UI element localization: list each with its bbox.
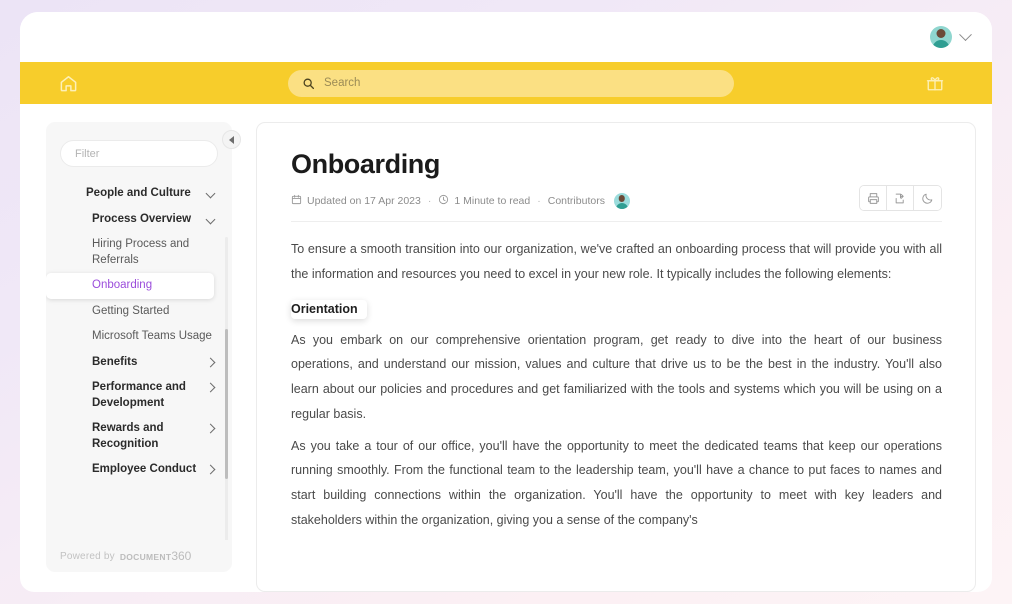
user-avatar[interactable]: [930, 26, 952, 48]
sidebar-item-hiring-process-and-referrals[interactable]: Hiring Process and Referrals: [46, 232, 222, 273]
article-action-group: [859, 185, 942, 211]
chevron-right-icon[interactable]: [205, 382, 216, 393]
sidebar-item-microsoft-teams-usage[interactable]: Microsoft Teams Usage: [46, 324, 222, 350]
print-icon[interactable]: [860, 186, 887, 210]
powered-by-label: Powered by: [60, 550, 115, 562]
article-panel: Onboarding Updated on 17 Apr 2023 · 1 Mi…: [256, 122, 976, 592]
search-input[interactable]: [324, 77, 720, 89]
updated-date: Updated on 17 Apr 2023: [307, 195, 421, 207]
page-content: People and Culture Process Overview Hiri…: [20, 104, 992, 592]
chevron-right-icon[interactable]: [205, 464, 216, 475]
sidebar-item-process-overview[interactable]: Process Overview: [46, 207, 222, 233]
app-window: People and Culture Process Overview Hiri…: [20, 12, 992, 592]
contributor-avatar[interactable]: [613, 193, 630, 209]
sidebar-item-getting-started[interactable]: Getting Started: [46, 299, 222, 325]
read-time: 1 Minute to read: [454, 195, 531, 207]
article-meta: Updated on 17 Apr 2023 · 1 Minute to rea…: [291, 185, 942, 222]
contributors-label: Contributors: [547, 195, 605, 207]
sidebar-footer: Powered by DOCUMENT360: [46, 540, 232, 572]
sidebar-item-people-and-culture[interactable]: People and Culture: [46, 181, 222, 207]
share-icon[interactable]: [887, 186, 914, 210]
filter-container: [46, 140, 232, 181]
sidebar: People and Culture Process Overview Hiri…: [46, 122, 241, 572]
sidebar-item-employee-conduct[interactable]: Employee Conduct: [46, 457, 222, 483]
sidebar-item-performance-and-development[interactable]: Performance and Development: [46, 375, 222, 416]
filter-input[interactable]: [60, 140, 218, 167]
paragraph-orientation-program: As you embark on our comprehensive orien…: [291, 332, 942, 421]
search-bar[interactable]: [288, 69, 734, 97]
chevron-right-icon[interactable]: [205, 357, 216, 368]
sidebar-scrollbar[interactable]: [225, 237, 228, 540]
gift-icon[interactable]: [926, 74, 944, 92]
meta-separator: ·: [427, 195, 432, 207]
sidebar-scrollbar-thumb[interactable]: [225, 329, 228, 479]
search-icon: [302, 77, 315, 90]
article-body: To ensure a smooth transition into our o…: [291, 222, 942, 533]
paragraph-office-tour: As you take a tour of our office, you'll…: [291, 438, 942, 527]
document360-logo: DOCUMENT360: [119, 549, 192, 563]
heading-orientation: Orientation: [291, 299, 367, 319]
chevron-down-icon[interactable]: [205, 188, 216, 199]
chevron-down-icon[interactable]: [959, 27, 972, 41]
clock-icon: [438, 194, 449, 208]
home-icon[interactable]: [59, 74, 78, 93]
paragraph-intro: To ensure a smooth transition into our o…: [291, 242, 942, 281]
account-menu[interactable]: [930, 26, 972, 48]
calendar-icon: [291, 194, 302, 208]
chevron-down-icon[interactable]: [205, 214, 216, 224]
sidebar-item-benefits[interactable]: Benefits: [46, 350, 222, 376]
meta-separator: ·: [537, 195, 541, 207]
collapse-left-icon[interactable]: [222, 130, 241, 149]
dark-mode-moon-icon[interactable]: [914, 186, 941, 210]
sidebar-item-onboarding[interactable]: Onboarding: [46, 273, 214, 299]
chevron-right-icon[interactable]: [205, 423, 216, 434]
main-navbar: [20, 62, 992, 104]
page-title: Onboarding: [291, 149, 440, 179]
sidebar-item-rewards-and-recognition[interactable]: Rewards and Recognition: [46, 416, 222, 457]
top-bar: [20, 12, 992, 62]
sidebar-nav-tree: People and Culture Process Overview Hiri…: [46, 181, 232, 540]
article-meta-text: Updated on 17 Apr 2023 · 1 Minute to rea…: [291, 193, 630, 209]
